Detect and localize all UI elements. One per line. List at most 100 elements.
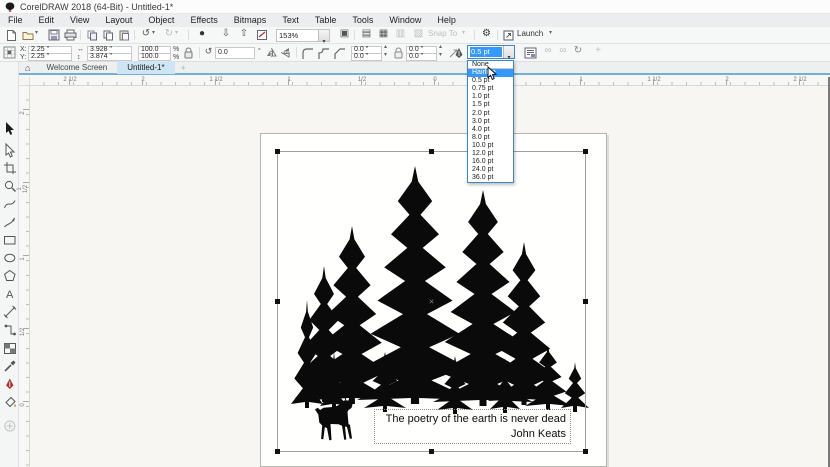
- undo-caret-icon[interactable]: ▾: [152, 27, 155, 40]
- corner-stepper-down-icon[interactable]: ▾: [384, 49, 387, 62]
- document-tab-untitled-1-[interactable]: Untitled-1*: [117, 61, 174, 74]
- menu-item-layout[interactable]: Layout: [97, 14, 140, 27]
- artistic-media-tool[interactable]: [5, 218, 16, 228]
- outline-width-option-2.0-pt[interactable]: 2.0 pt: [468, 110, 513, 118]
- unlink-frames-button[interactable]: ∞: [557, 44, 569, 57]
- menu-item-text[interactable]: Text: [274, 14, 307, 27]
- add-tools-button[interactable]: [5, 421, 15, 431]
- shape-tool[interactable]: [6, 144, 14, 157]
- scale-y-field[interactable]: 100.0: [138, 53, 171, 61]
- outline-width-option-36.0-pt[interactable]: 36.0 pt: [468, 174, 513, 182]
- round-corner-button[interactable]: [301, 47, 315, 61]
- link-frames-button[interactable]: ∞: [542, 44, 554, 57]
- pick-tool[interactable]: [6, 122, 14, 135]
- outline-pen-tool[interactable]: [6, 379, 13, 390]
- fill-tool[interactable]: [6, 398, 16, 408]
- transparency-tool[interactable]: [5, 344, 16, 354]
- view-grid-button[interactable]: ▦: [377, 27, 390, 40]
- scalloped-corner-button[interactable]: [317, 47, 331, 61]
- menu-item-tools[interactable]: Tools: [344, 14, 381, 27]
- home-icon[interactable]: ⌂: [19, 63, 36, 73]
- new-document-button[interactable]: [6, 29, 17, 42]
- mirror-horizontal-button[interactable]: [266, 47, 278, 59]
- corner-radius-bl-field[interactable]: 0.0 ": [351, 53, 382, 61]
- copy-button[interactable]: [102, 29, 114, 41]
- open-caret-icon[interactable]: ▾: [35, 27, 38, 40]
- zoom-caret-button[interactable]: ▾: [318, 30, 329, 41]
- undo-button[interactable]: ↺: [140, 27, 152, 40]
- paste-button[interactable]: [118, 29, 130, 41]
- corner-stepper-down-icon[interactable]: ▾: [439, 49, 442, 62]
- outline-width-option-8.0-pt[interactable]: 8.0 pt: [468, 134, 513, 142]
- outline-width-option-4.0-pt[interactable]: 4.0 pt: [468, 126, 513, 134]
- rotation-angle-field[interactable]: 0.0: [215, 47, 255, 59]
- outline-width-option-24.0-pt[interactable]: 24.0 pt: [468, 166, 513, 174]
- snap-preview-icon[interactable]: ▧: [412, 27, 425, 40]
- outline-width-option-3.0-pt[interactable]: 3.0 pt: [468, 118, 513, 126]
- menu-item-file[interactable]: File: [0, 14, 31, 27]
- view-guidelines-button[interactable]: ▥: [394, 27, 407, 40]
- text-tool[interactable]: A: [6, 289, 14, 301]
- polygon-tool[interactable]: [5, 271, 15, 281]
- fullscreen-preview-button[interactable]: ▣: [338, 27, 351, 40]
- save-button[interactable]: [48, 29, 60, 41]
- degree-label: °: [258, 48, 261, 56]
- menu-item-edit[interactable]: Edit: [31, 14, 63, 27]
- object-height-field[interactable]: 3.874 ": [87, 53, 132, 61]
- menu-item-effects[interactable]: Effects: [182, 14, 225, 27]
- menu-item-help[interactable]: Help: [429, 14, 464, 27]
- rotate-object-button[interactable]: ↻: [572, 44, 584, 57]
- paragraph-text-frame[interactable]: The poetry of the earth is never dead Jo…: [374, 409, 571, 444]
- open-button[interactable]: [22, 30, 34, 41]
- menu-item-bitmaps[interactable]: Bitmaps: [226, 14, 275, 27]
- export-button[interactable]: ⇧: [238, 27, 250, 40]
- outline-width-combo[interactable]: 0.5 pt ▾: [467, 45, 515, 59]
- redo-button[interactable]: ↻: [163, 27, 175, 40]
- new-tab-button[interactable]: +: [175, 63, 192, 73]
- horizontal-ruler[interactable]: 2 1/221 1/211/201/211 1/222 1/2: [30, 77, 830, 86]
- y-position-field[interactable]: 2.25 ": [28, 53, 72, 61]
- outline-width-value: 0.5 pt: [470, 47, 502, 57]
- vertical-ruler[interactable]: 21 1/211/20: [19, 86, 30, 467]
- add-property-button[interactable]: +: [592, 44, 604, 57]
- corner-lock-button[interactable]: [393, 47, 404, 59]
- launch-dropdown[interactable]: Launch: [517, 27, 543, 40]
- ellipse-tool[interactable]: [5, 254, 15, 262]
- snap-to-dropdown[interactable]: Snap To: [428, 27, 457, 40]
- eyedropper-tool[interactable]: [5, 361, 16, 372]
- zoom-level-combo[interactable]: 153% ▾: [276, 29, 330, 42]
- import-button[interactable]: ⇩: [220, 27, 232, 40]
- menu-item-table[interactable]: Table: [307, 14, 345, 27]
- view-rulers-button[interactable]: ▤: [360, 27, 373, 40]
- menu-item-window[interactable]: Window: [381, 14, 429, 27]
- search-content-button[interactable]: ●: [196, 27, 208, 40]
- outline-width-option-0.75-pt[interactable]: 0.75 pt: [468, 85, 513, 93]
- menu-item-view[interactable]: View: [62, 14, 97, 27]
- rectangle-tool[interactable]: [5, 237, 16, 245]
- cut-button[interactable]: [86, 29, 98, 41]
- connector-tool[interactable]: [5, 325, 16, 336]
- redo-caret-icon[interactable]: ▾: [175, 27, 178, 40]
- ruler-corner[interactable]: [19, 77, 30, 86]
- lock-ratio-button[interactable]: [183, 47, 194, 59]
- publish-pdf-button[interactable]: [256, 29, 268, 41]
- toolbar-separator: [354, 30, 355, 40]
- outline-width-option-10.0-pt[interactable]: 10.0 pt: [468, 142, 513, 150]
- menu-item-object[interactable]: Object: [140, 14, 182, 27]
- outline-width-option-1.0-pt[interactable]: 1.0 pt: [468, 93, 513, 101]
- outline-width-option-16.0-pt[interactable]: 16.0 pt: [468, 158, 513, 166]
- document-tab-welcome-screen[interactable]: Welcome Screen: [36, 61, 117, 74]
- freehand-tool[interactable]: [5, 201, 16, 209]
- outline-width-option-12.0-pt[interactable]: 12.0 pt: [468, 150, 513, 158]
- print-button[interactable]: [64, 29, 77, 41]
- wrap-text-button[interactable]: [524, 47, 537, 59]
- options-gear-button[interactable]: ⚙: [480, 27, 493, 40]
- outline-width-caret-button[interactable]: ▾: [503, 46, 514, 58]
- zoom-tool[interactable]: [5, 181, 15, 191]
- dimension-tool[interactable]: [4, 306, 16, 318]
- crop-tool[interactable]: [4, 162, 16, 174]
- outline-width-option-1.5-pt[interactable]: 1.5 pt: [468, 101, 513, 109]
- mirror-vertical-button[interactable]: [280, 47, 292, 59]
- corner-radius-br-field[interactable]: 0.0 ": [406, 53, 437, 61]
- chamfered-corner-button[interactable]: [333, 47, 347, 61]
